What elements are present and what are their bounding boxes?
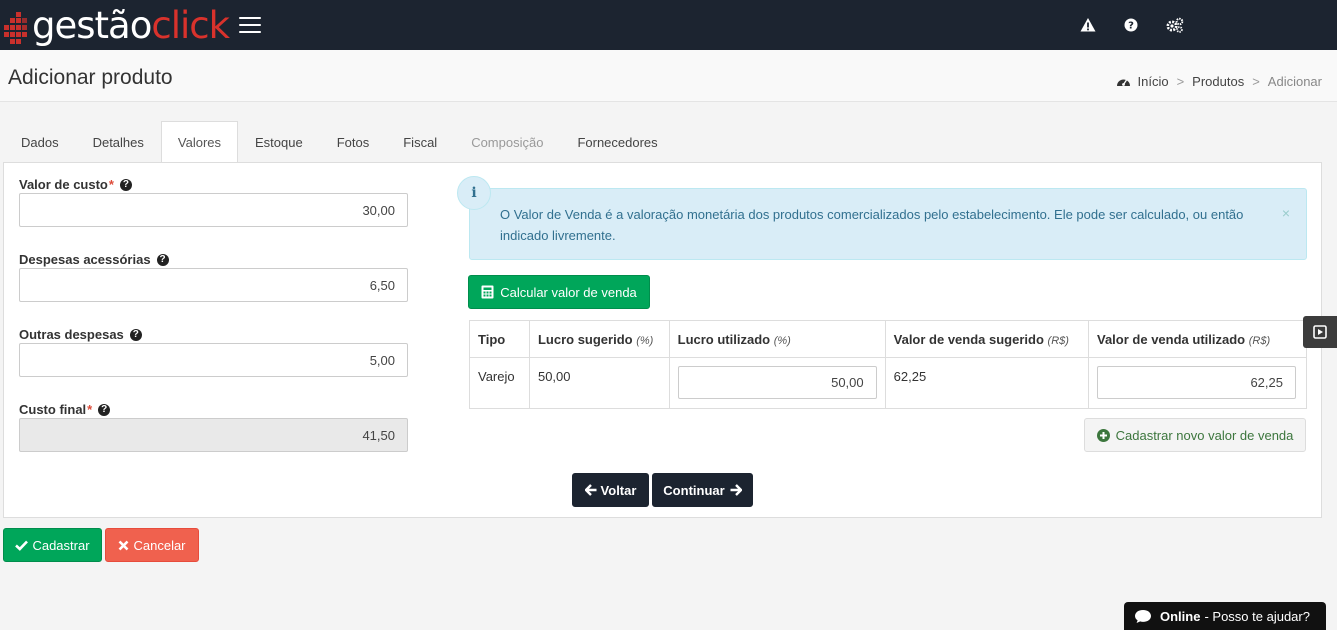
check-icon [15, 540, 29, 551]
close-icon[interactable]: × [1282, 205, 1290, 221]
chat-widget[interactable]: Online - Posso te ajudar? [1124, 602, 1326, 630]
gears-icon[interactable] [1166, 17, 1184, 33]
close-icon [118, 540, 129, 551]
venda-utilizado-input[interactable]: 62,25 [1097, 366, 1296, 399]
tab-detalhes[interactable]: Detalhes [76, 121, 161, 163]
voltar-button[interactable]: Voltar [572, 473, 649, 507]
col-venda-sugerido: Valor de venda sugerido (R$) [884, 320, 1090, 358]
top-navbar: gestãoclick ? [0, 0, 1337, 50]
app-logo[interactable]: gestãoclick [4, 4, 230, 47]
breadcrumb: Início > Produtos > Adicionar [1116, 74, 1322, 89]
custo-label: Valor de custo * ? [19, 177, 132, 192]
breadcrumb-produtos[interactable]: Produtos [1192, 74, 1244, 89]
chat-bubble-icon [1134, 609, 1152, 624]
tab-estoque[interactable]: Estoque [238, 121, 320, 163]
despesas-label: Despesas acessórias ? [19, 252, 169, 267]
tab-fiscal[interactable]: Fiscal [386, 121, 454, 163]
tab-fornecedores[interactable]: Fornecedores [560, 121, 674, 163]
alert-text: O Valor de Venda é a valoração monetária… [500, 207, 1244, 243]
svg-text:?: ? [1128, 21, 1134, 32]
continuar-button[interactable]: Continuar [652, 473, 753, 507]
logo-mark-icon [4, 8, 30, 44]
chat-text: - Posso te ajudar? [1204, 608, 1310, 624]
custo-final-label: Custo final * ? [19, 402, 111, 417]
breadcrumb-home[interactable]: Início [1137, 74, 1168, 89]
col-venda-utilizado: Valor de venda utilizado (R$) [1088, 320, 1307, 358]
outras-despesas-input[interactable] [19, 343, 408, 377]
arrow-right-icon [730, 484, 742, 496]
calcular-valor-button[interactable]: Calcular valor de venda [468, 275, 650, 309]
dashboard-icon [1116, 75, 1131, 88]
menu-toggle-icon[interactable] [239, 17, 261, 33]
tab-fotos[interactable]: Fotos [320, 121, 387, 163]
outras-label: Outras despesas ? [19, 327, 142, 342]
table-header-row: Tipo Lucro sugerido (%) Lucro utilizado … [469, 320, 1307, 358]
help-icon[interactable]: ? [119, 178, 132, 191]
cell-tipo: Varejo [469, 357, 530, 409]
product-tabs: Dados Detalhes Valores Estoque Fotos Fis… [4, 121, 675, 163]
help-icon[interactable]: ? [129, 328, 142, 341]
plus-circle-icon [1096, 428, 1110, 442]
help-icon[interactable]: ? [98, 403, 111, 416]
help-icon[interactable]: ? [156, 253, 169, 266]
cell-venda-sugerido: 62,25 [884, 357, 1090, 409]
despesas-acessorias-input[interactable] [19, 268, 408, 302]
question-icon[interactable]: ? [1123, 17, 1139, 33]
col-tipo: Tipo [469, 320, 530, 358]
valores-panel: Valor de custo* ? Despesas acessórias ? … [3, 162, 1322, 518]
page-title: Adicionar produto [8, 66, 173, 89]
tab-valores[interactable]: Valores [160, 121, 239, 163]
calculator-icon [481, 285, 494, 299]
lucro-utilizado-input[interactable]: 50,00 [677, 366, 877, 399]
breadcrumb-current: Adicionar [1267, 74, 1322, 89]
arrow-left-icon [584, 484, 597, 496]
table-row: Varejo 50,00 50,00 62,25 62,25 [469, 357, 1307, 409]
col-lucro-sugerido: Lucro sugerido (%) [528, 320, 670, 358]
info-alert: i O Valor de Venda é a valoração monetár… [457, 176, 1307, 260]
page-header: Adicionar produto Início > Produtos > Ad… [0, 50, 1337, 102]
tab-dados[interactable]: Dados [4, 121, 76, 163]
cadastrar-button[interactable]: Cadastrar [3, 528, 102, 562]
valores-table: Tipo Lucro sugerido (%) Lucro utilizado … [469, 320, 1307, 409]
cancelar-button[interactable]: Cancelar [105, 528, 199, 562]
cadastrar-novo-valor-button[interactable]: Cadastrar novo valor de venda [1084, 418, 1306, 452]
custo-final-input [19, 418, 408, 452]
cell-lucro-sugerido: 50,00 [528, 357, 670, 409]
tab-composicao: Composição [471, 135, 544, 150]
valor-custo-input[interactable] [19, 193, 408, 227]
chat-status: Online [1160, 608, 1201, 624]
info-icon: i [457, 176, 491, 210]
play-square-icon [1313, 325, 1327, 339]
side-panel-toggle[interactable] [1303, 316, 1337, 348]
col-lucro-utilizado: Lucro utilizado (%) [668, 320, 886, 358]
warning-icon[interactable] [1080, 17, 1096, 33]
logo-text: gestãoclick [32, 4, 230, 47]
